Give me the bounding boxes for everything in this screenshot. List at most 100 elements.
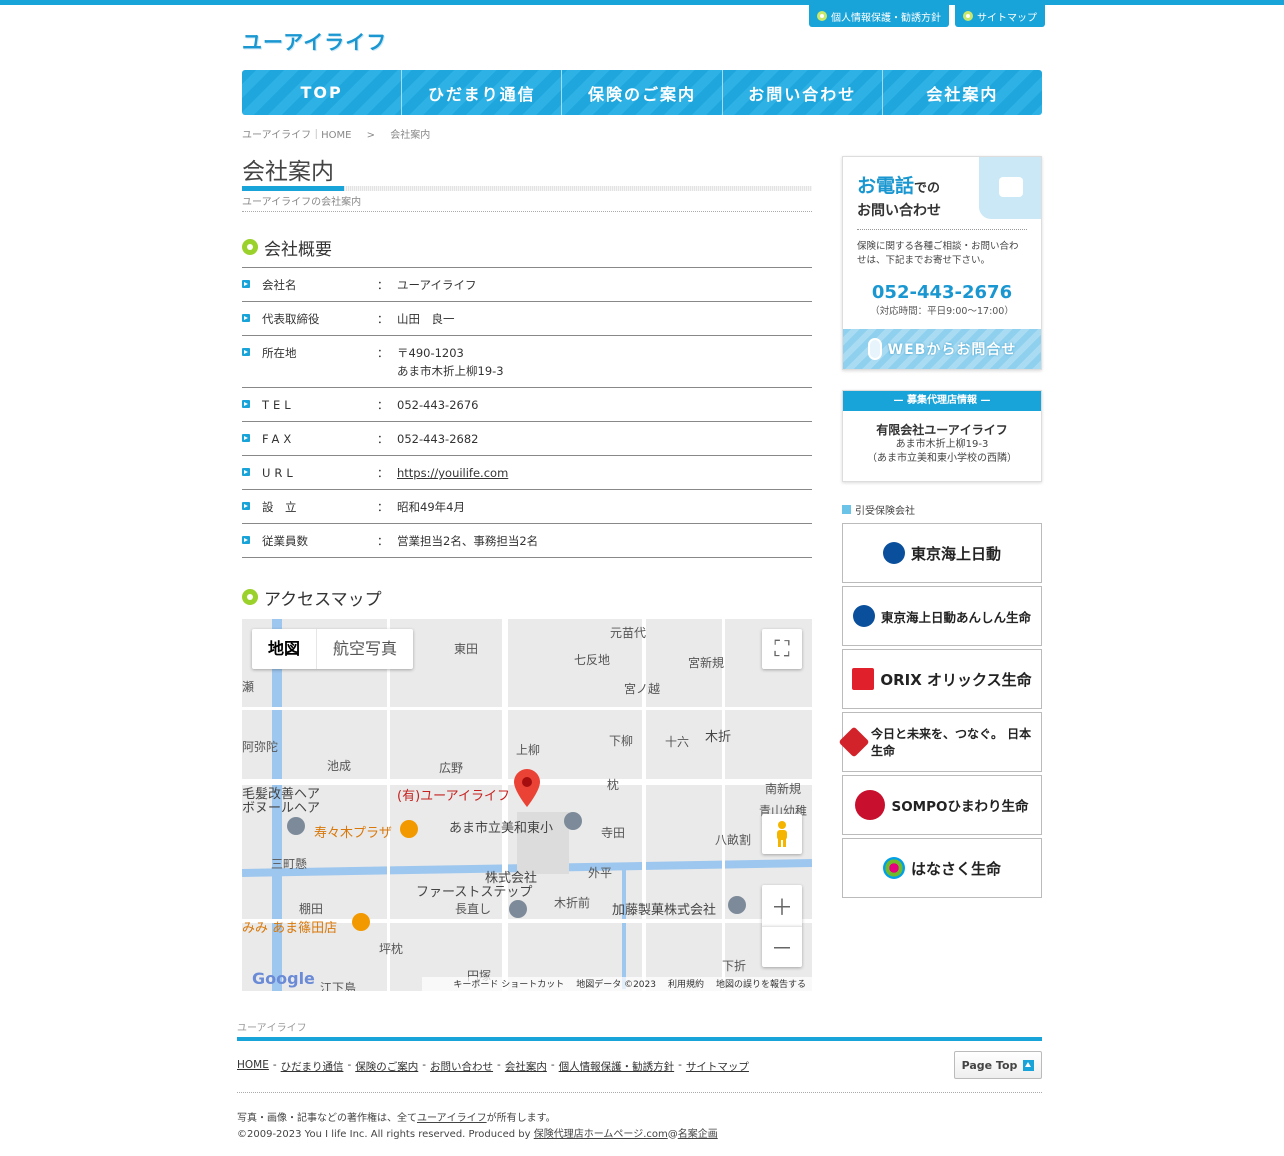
toplink-sitemap[interactable]: サイトマップ: [955, 5, 1045, 27]
map-report-link[interactable]: 地図の誤りを報告する: [716, 977, 806, 991]
place-pin-icon[interactable]: [509, 900, 527, 918]
map-type-map-button[interactable]: 地図: [252, 629, 318, 669]
insurer-name: はなさく生命: [910, 859, 1001, 878]
google-logo[interactable]: Google: [252, 969, 315, 988]
map-place-label: 八畝割: [715, 833, 752, 847]
footer-link-privacy[interactable]: 個人情報保護・勧誘方針: [559, 1059, 675, 1074]
road: [642, 619, 646, 991]
nav-company[interactable]: 会社案内: [881, 70, 1042, 115]
info-value: 営業担当2名、事務担当2名: [397, 534, 539, 548]
web-contact-button[interactable]: WEBからお問合せ: [843, 329, 1041, 369]
producer-company-link[interactable]: 名案企画: [678, 1129, 718, 1140]
map-place-label: ボヌールヘア: [242, 801, 321, 816]
map-place-label: 池成: [327, 759, 352, 773]
insurer-banner-nissay[interactable]: 今日と未来を、つなぐ。 日本生命: [838, 712, 1042, 772]
overview-heading: 会社概要: [242, 236, 812, 260]
insurer-banner-orix[interactable]: ORIX オリックス生命: [842, 649, 1042, 709]
map-place-label: 江下島: [320, 981, 357, 991]
insurer-logo-icon: [882, 857, 905, 879]
map-place-label: 木折前: [554, 896, 591, 910]
embedded-map[interactable]: 元苗代 東田 七反地 宮新規 宮ノ越 瀬 阿弥陀 池成 広野 上柳 下柳 十六 …: [242, 619, 812, 991]
marker-label[interactable]: (有)ユーアイライフ: [397, 785, 510, 804]
map-place-label: 長直し: [455, 902, 492, 916]
insurer-banner-sompo[interactable]: SOMPOひまわり生命: [842, 775, 1042, 835]
map-place-label: 東田: [454, 642, 479, 656]
copyright-site-link[interactable]: ユーアイライフ: [417, 1113, 487, 1124]
info-value: 昭和49年4月: [397, 500, 465, 514]
site-logo[interactable]: ユーアイライフ: [242, 26, 387, 55]
map-place-label: 十六: [665, 735, 690, 749]
footer-separator: -: [550, 1059, 555, 1071]
insurer-list: 東京海上日動 東京海上日動あんしん生命 ORIX オリックス生命 今日と未来を、…: [838, 523, 1042, 898]
info-label: 設 立: [262, 500, 297, 514]
map-place-label: 坪枕: [379, 942, 404, 956]
road: [722, 619, 725, 991]
info-colon: ：: [377, 278, 389, 292]
triangle-down-icon: [842, 505, 851, 514]
phone-contact-box: お電話での お問い合わせ 保険に関する各種ご相談・お問い合わせは、下記までお寄せ…: [842, 156, 1042, 370]
place-pin-icon[interactable]: [287, 817, 305, 835]
info-row-fax: FAX ： 052-443-2682: [242, 422, 812, 456]
insurer-banner-tokio-marine[interactable]: 東京海上日動: [842, 523, 1042, 583]
page-top-label: Page Top: [961, 1058, 1018, 1072]
map-place-label: 棚田: [299, 902, 324, 916]
footer-link-company[interactable]: 会社案内: [505, 1059, 547, 1074]
toplink-privacy[interactable]: 個人情報保護・勧誘方針: [809, 5, 949, 27]
restaurant-icon[interactable]: [352, 913, 370, 931]
url-link[interactable]: https://youilife.com: [397, 466, 508, 480]
footer-separator: -: [347, 1059, 352, 1071]
map-terms-link[interactable]: 利用規約: [668, 977, 704, 991]
main-content: 会社案内 ユーアイライフの会社案内 会社概要 会社名 ： ユーアイライフ 代表取…: [242, 152, 812, 991]
map-pin-icon[interactable]: [514, 769, 540, 807]
top-links: 個人情報保護・勧誘方針 サイトマップ: [809, 5, 1045, 27]
school-icon[interactable]: [564, 812, 582, 830]
top-accent-bar: [0, 0, 1284, 5]
info-row-address: 所在地 ： 〒490-1203 あま市木折上柳19-3: [242, 336, 812, 388]
info-colon: ：: [377, 312, 389, 326]
footer-link-home[interactable]: HOME: [237, 1059, 269, 1074]
insurers-heading-text: 引受保険会社: [855, 506, 915, 517]
footer-link-newsletter[interactable]: ひだまり通信: [281, 1059, 344, 1074]
info-row-company: 会社名 ： ユーアイライフ: [242, 268, 812, 302]
nav-contact[interactable]: お問い合わせ: [721, 70, 882, 115]
phone-description: 保険に関する各種ご相談・お問い合わせは、下記までお寄せ下さい。: [857, 229, 1027, 268]
map-place-label: 南新規: [765, 782, 802, 796]
poi-label[interactable]: 寿々木プラザ: [314, 822, 392, 841]
phone-title-2: お問い合わせ: [857, 203, 941, 219]
page-top-button[interactable]: Page Top: [954, 1051, 1042, 1079]
info-label: TEL: [262, 398, 295, 412]
street-view-pegman-icon[interactable]: [762, 814, 802, 854]
nav-top[interactable]: TOP: [242, 70, 401, 115]
zoom-out-icon[interactable]: －: [762, 926, 802, 967]
restaurant-icon[interactable]: [400, 820, 418, 838]
mouse-icon: [867, 338, 882, 360]
poi-label[interactable]: みみ あま篠田店: [242, 917, 337, 936]
poi-label[interactable]: あま市立美和東小: [449, 817, 553, 836]
footer-link-sitemap[interactable]: サイトマップ: [686, 1059, 749, 1074]
zoom-in-icon[interactable]: ＋: [762, 885, 802, 926]
fullscreen-icon[interactable]: ⛶: [762, 629, 802, 669]
insurer-name: 今日と未来を、つなぐ。 日本生命: [871, 727, 1032, 758]
place-pin-icon[interactable]: [728, 896, 746, 914]
footer-link-insurance[interactable]: 保険のご案内: [355, 1059, 418, 1074]
map-place-label: 七反地: [574, 653, 611, 667]
insurer-banner-tokio-marine-anshin[interactable]: 東京海上日動あんしん生命: [842, 586, 1042, 646]
footer-site-name: ユーアイライフ: [237, 1023, 307, 1034]
insurers-heading: 引受保険会社: [842, 502, 1042, 517]
insurer-banner-hanasaku[interactable]: はなさく生命: [842, 838, 1042, 898]
phone-number[interactable]: 052-443-2676: [843, 282, 1041, 303]
producer-link[interactable]: 保険代理店ホームページ.com: [534, 1129, 668, 1140]
phone-title: お電話: [857, 175, 915, 197]
map-type-satellite-button[interactable]: 航空写真: [317, 629, 413, 669]
web-contact-label: WEBからお問合せ: [887, 342, 1017, 358]
footer-link-contact[interactable]: お問い合わせ: [430, 1059, 493, 1074]
map-keyboard-shortcuts[interactable]: キーボード ショートカット: [453, 977, 564, 991]
nav-newsletter[interactable]: ひだまり通信: [401, 70, 561, 115]
map-place-label: 下柳: [609, 734, 634, 748]
nav-insurance[interactable]: 保険のご案内: [561, 70, 721, 115]
arrow-bullet-icon: [242, 468, 250, 476]
map-data-credit: 地図データ ©2023: [576, 980, 656, 990]
poi-label[interactable]: 加藤製菓株式会社: [612, 899, 716, 918]
copyright-at: @: [667, 1129, 678, 1140]
breadcrumb-home[interactable]: ユーアイライフ｜HOME: [242, 130, 351, 141]
